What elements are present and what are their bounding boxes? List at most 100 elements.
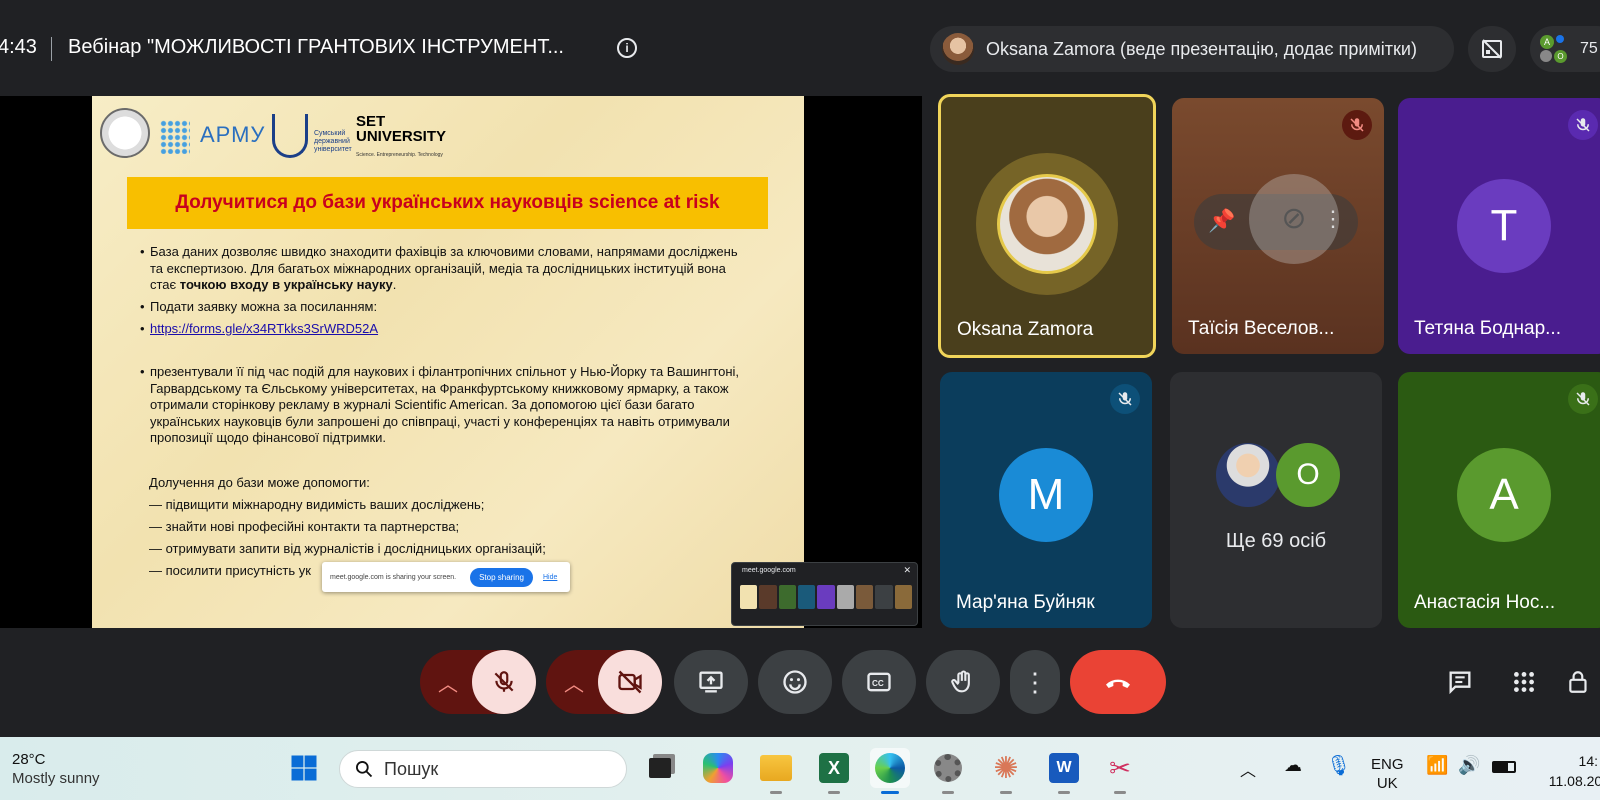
slide-logos: АРМУ Сумський державний університет SET …	[100, 108, 460, 158]
set-tagline: Science. Entrepreneurship. Technology	[356, 152, 443, 158]
participant-name: Мар'яна Буйняк	[956, 592, 1095, 613]
mic-off-icon	[1342, 110, 1372, 140]
activities-button[interactable]	[1502, 650, 1546, 714]
presentation-stage: АРМУ Сумський державний університет SET …	[0, 96, 922, 628]
hand-icon	[951, 670, 970, 693]
edge-icon	[875, 753, 905, 783]
application-link[interactable]: https://forms.gle/x34RTkks3SrWRD52A	[150, 321, 378, 336]
meeting-controls: ︿ ︿ CC ⋮	[0, 650, 1600, 720]
pip-preview[interactable]: meet.google.com ✕	[731, 562, 918, 626]
hide-notice-link[interactable]: Hide	[543, 574, 557, 581]
language-indicator[interactable]: ENG UK	[1371, 755, 1404, 793]
stop-sharing-button[interactable]: Stop sharing	[470, 567, 533, 587]
captions-button[interactable]: CC	[842, 650, 916, 714]
chat-icon	[1449, 671, 1471, 695]
set-university-logo: SET UNIVERSITY	[356, 114, 446, 144]
pip-close-icon[interactable]: ✕	[903, 565, 911, 576]
weather-widget[interactable]: 28°C Mostly sunny	[12, 751, 100, 787]
microphone-icon[interactable]: 🎙	[1326, 753, 1351, 778]
benefit-item: — підвищити міжнародну видимість ваших д…	[149, 497, 485, 512]
participant-name: Таїсія Веселов...	[1188, 318, 1335, 339]
mic-off-icon	[494, 671, 514, 692]
task-view-icon	[649, 758, 671, 778]
scissors-icon: ✂	[1109, 752, 1131, 783]
avatar	[997, 174, 1097, 274]
avatar	[1216, 443, 1280, 507]
presenter-chip[interactable]: Oksana Zamora (веде презентацію, додає п…	[930, 26, 1454, 72]
raise-hand-button[interactable]	[926, 650, 1000, 714]
avatar-stack: A O	[1538, 33, 1570, 65]
battery-icon[interactable]	[1492, 761, 1516, 773]
start-button[interactable]	[284, 748, 324, 788]
participants-button[interactable]: A O 75	[1530, 26, 1600, 72]
edge-app[interactable]	[870, 748, 910, 794]
pin-icon[interactable]: 📌	[1208, 208, 1235, 234]
chevron-up-icon: ︿	[438, 674, 458, 696]
wifi-icon[interactable]: 📶	[1426, 755, 1448, 776]
lang-line2: UK	[1376, 775, 1398, 792]
mic-off-icon	[1110, 384, 1140, 414]
layout-off-icon	[1482, 39, 1502, 59]
sumy-university-logo	[272, 114, 308, 158]
bullet-text: презентували її під час подій для науков…	[150, 364, 740, 445]
copilot-app[interactable]	[698, 748, 738, 788]
task-view-button[interactable]	[640, 748, 680, 788]
participant-tile[interactable]: Oksana Zamora	[938, 94, 1156, 358]
bullet-end: .	[392, 277, 397, 292]
more-participants-tile[interactable]: O Ще 69 осіб	[1170, 372, 1382, 628]
volume-icon[interactable]: 🔊	[1458, 755, 1480, 776]
settings-app[interactable]	[928, 748, 968, 794]
participant-name: Тетяна Боднар...	[1414, 318, 1561, 339]
more-participants-label: Ще 69 осіб	[1225, 530, 1327, 552]
chevron-up-icon: ︿	[564, 674, 584, 696]
present-icon	[699, 671, 723, 693]
apps-grid-icon	[1514, 672, 1534, 692]
shared-slide: АРМУ Сумський державний університет SET …	[92, 96, 804, 628]
info-icon[interactable]: i	[617, 38, 637, 58]
avatar: T	[1457, 179, 1551, 273]
present-screen-button[interactable]	[674, 650, 748, 714]
presenter-label: Oksana Zamora (веде презентацію, додає п…	[986, 38, 1417, 59]
avatar: M	[999, 448, 1093, 542]
camera-toggle-button[interactable]	[598, 650, 662, 714]
reactions-button[interactable]	[758, 650, 832, 714]
host-controls-button[interactable]	[1566, 650, 1600, 714]
lang-line1: ENG	[1371, 756, 1404, 773]
clock-date: 11.08.202	[1548, 773, 1600, 789]
clock[interactable]: 14: 11.08.202	[1540, 751, 1600, 791]
avatar: O	[1276, 443, 1340, 507]
participant-tile[interactable]: T Тетяна Боднар...	[1398, 98, 1600, 354]
show-hidden-icons-button[interactable]: ︿	[1240, 757, 1256, 781]
onedrive-icon[interactable]: ☁	[1284, 755, 1302, 776]
armu-dots-icon	[160, 120, 190, 154]
search-placeholder: Пошук	[384, 758, 439, 779]
more-options-icon[interactable]: ⋮	[1322, 206, 1344, 232]
mic-toggle-button[interactable]	[472, 650, 536, 714]
top-bar: 4:43 Вебінар "МОЖЛИВОСТІ ГРАНТОВИХ ІНСТР…	[0, 0, 1600, 96]
slide-bullet: • https://forms.gle/x34RTkks3SrWRD52A	[140, 321, 379, 336]
claude-app[interactable]: ✺	[986, 748, 1026, 794]
participant-tile[interactable]: A Анастасія Нос...	[1398, 372, 1600, 628]
end-call-icon	[1106, 679, 1130, 688]
search-icon	[356, 761, 373, 778]
benefit-item: — отримувати запити від журналістів і до…	[149, 541, 546, 556]
more-options-button[interactable]: ⋮	[1010, 650, 1060, 714]
taskbar-search[interactable]: Пошук	[339, 750, 627, 788]
excel-icon: X	[819, 753, 849, 783]
benefits-title: Долучення до бази може допомогти:	[149, 475, 370, 490]
participant-tile[interactable]: 📌 ⊘ ⋮ Таїсія Веселов...	[1172, 98, 1384, 354]
clock-time: 14:	[1578, 753, 1598, 769]
avatar	[942, 33, 974, 65]
share-notice-text: meet.google.com is sharing your screen.	[330, 573, 457, 581]
participant-tile[interactable]: M Мар'яна Буйняк	[940, 372, 1152, 628]
word-app[interactable]: W	[1044, 748, 1084, 794]
leave-call-button[interactable]	[1070, 650, 1166, 714]
hide-video-tiles-button[interactable]	[1468, 26, 1516, 72]
chat-button[interactable]	[1438, 650, 1482, 714]
file-explorer-app[interactable]	[756, 748, 796, 794]
participant-count: 75	[1580, 40, 1598, 57]
captions-icon: CC	[867, 672, 891, 692]
excel-app[interactable]: X	[814, 748, 854, 794]
screen-share-notice: meet.google.com is sharing your screen. …	[322, 562, 570, 592]
snipping-tool-app[interactable]: ✂	[1100, 748, 1140, 794]
